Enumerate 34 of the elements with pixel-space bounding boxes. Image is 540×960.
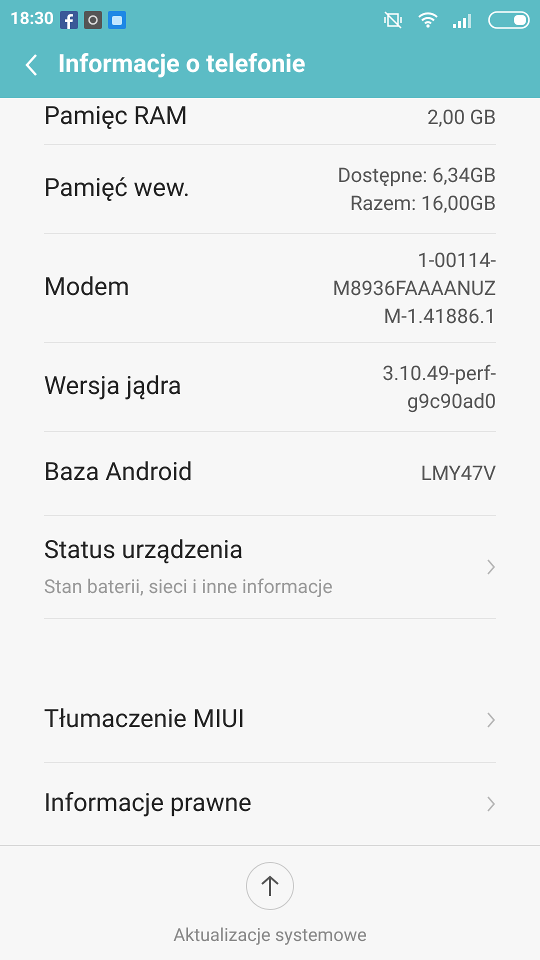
setting-value: 2,00 GB [427,104,496,131]
setting-label: Pamięc RAM [44,101,188,133]
update-button[interactable] [246,862,294,910]
settings-row[interactable]: Status urządzenia Stan baterii, sieci i inne informacje [44,516,496,618]
setting-value: 3.10.49-perf- [382,360,496,386]
setting-subtitle: Stan baterii, sieci i inne informacje [44,574,333,600]
chevron-icon [486,558,496,576]
setting-label: Informacje prawne [44,788,252,820]
status-time: 18:30 [10,8,54,32]
setting-label: Pamięć wew. [44,172,190,205]
signal-icon [452,12,474,28]
arrow-up-icon [260,875,280,897]
setting-value: 1-00114- [418,246,496,274]
notification-icon [60,11,78,29]
setting-value: g9c90ad0 [407,388,496,414]
setting-value: M8936FAAAANUZ [332,274,496,302]
notification-icon [84,11,102,29]
setting-value: Dostępne: 6,34GB [338,162,496,188]
setting-label: Status urządzenia [44,534,244,566]
chevron-icon [486,795,496,813]
setting-value: LMY47V [420,460,496,487]
battery-icon [488,11,530,29]
notification-icon [108,11,126,29]
chevron-icon [486,711,496,729]
page-title: Informacje o telefonie [58,49,306,81]
setting-label: Tłumaczenie MIUI [44,704,245,736]
setting-label: Wersja jądra [44,370,182,403]
settings-row[interactable]: Tłumaczenie MIUI [44,678,496,762]
setting-value: M-1.41886.1 [384,302,496,330]
setting-label: Modem [44,272,130,304]
setting-value: Razem: 16,00GB [350,190,496,216]
vibrate-off-icon [382,10,404,30]
setting-label: Baza Android [44,457,192,490]
wifi-icon [418,12,438,28]
